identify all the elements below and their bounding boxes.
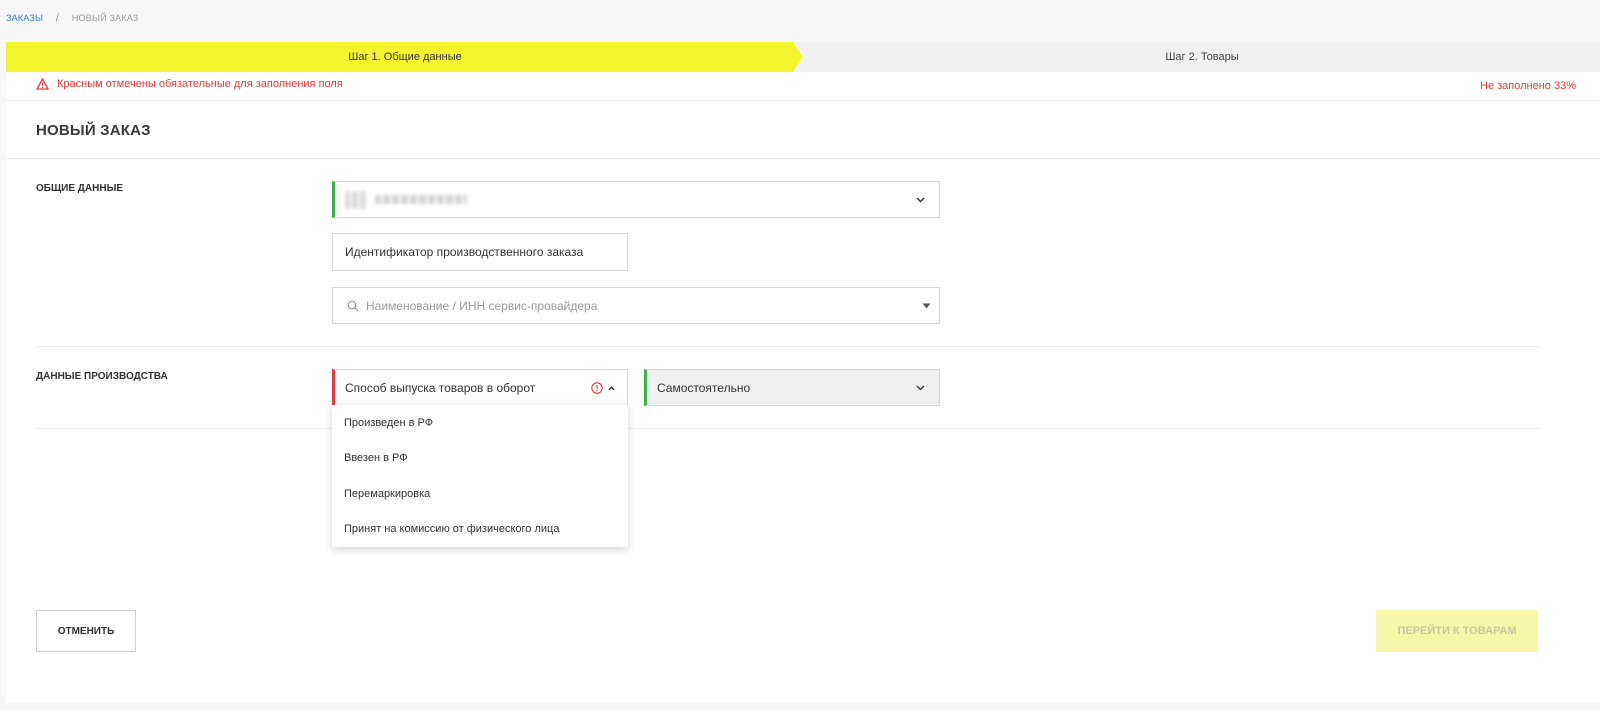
release-option-remarking[interactable]: Перемаркировка <box>332 476 628 512</box>
divider <box>36 346 1540 347</box>
release-option-commission[interactable]: Принят на комиссию от физического лица <box>332 512 628 548</box>
search-icon <box>347 300 359 311</box>
required-fields-notice: Красным отмечены обязательные для заполн… <box>36 78 343 90</box>
breadcrumb-current: НОВЫЙ ЗАКАЗ <box>71 13 139 23</box>
required-fields-notice-text: Красным отмечены обязательные для заполн… <box>57 78 343 90</box>
production-mode-value: Самостоятельно <box>657 380 751 395</box>
order-id-value: Идентификатор производственного заказа <box>345 245 584 259</box>
divider <box>36 428 1540 429</box>
provider-search-select[interactable]: Наименование / ИНН сервис-провайдера <box>332 287 940 324</box>
cancel-button[interactable]: ОТМЕНИТЬ <box>36 610 136 652</box>
release-method-select[interactable]: Способ выпуска товаров в оборот <box>332 369 628 406</box>
participant-avatar-redacted <box>345 190 367 209</box>
info-error-icon <box>591 382 603 394</box>
participant-select[interactable] <box>332 181 940 218</box>
release-method-placeholder: Способ выпуска товаров в оборот <box>345 380 536 395</box>
order-form-card: Шаг 1. Общие данные Шаг 2. Товары Красны… <box>6 42 1600 703</box>
go-to-goods-button[interactable]: ПЕРЕЙТИ К ТОВАРАМ <box>1376 610 1538 652</box>
release-option-produced-rf[interactable]: Произведен в РФ <box>332 405 628 441</box>
divider <box>6 158 1600 159</box>
step-goods-label: Шаг 2. Товары <box>1165 51 1239 63</box>
stepper: Шаг 1. Общие данные Шаг 2. Товары <box>6 42 1600 72</box>
chevron-down-icon <box>916 197 925 202</box>
release-method-dropdown: Произведен в РФ Ввезен в РФ Перемаркиров… <box>332 405 628 547</box>
production-mode-select[interactable]: Самостоятельно <box>644 369 940 406</box>
step-general[interactable]: Шаг 1. Общие данные <box>6 42 804 72</box>
breadcrumb: ЗАКАЗЫ / НОВЫЙ ЗАКАЗ <box>6 12 139 24</box>
page-title: НОВЫЙ ЗАКАЗ <box>36 122 151 139</box>
caret-down-icon <box>922 303 931 308</box>
breadcrumb-separator: / <box>55 12 60 24</box>
chevron-up-icon <box>608 386 615 391</box>
participant-name-redacted <box>375 195 467 204</box>
provider-search-placeholder: Наименование / ИНН сервис-провайдера <box>366 298 598 313</box>
divider <box>6 100 1600 101</box>
chevron-down-icon <box>916 385 925 390</box>
section-general-label: ОБЩИЕ ДАННЫЕ <box>36 183 124 194</box>
warning-icon <box>36 78 49 90</box>
section-production-label: ДАННЫЕ ПРОИЗВОДСТВА <box>36 371 168 382</box>
order-id-field[interactable]: Идентификатор производственного заказа <box>332 233 628 271</box>
step-general-label: Шаг 1. Общие данные <box>348 51 462 63</box>
release-option-imported-rf[interactable]: Ввезен в РФ <box>332 441 628 477</box>
step-goods[interactable]: Шаг 2. Товары <box>804 42 1600 72</box>
fill-status: Не заполнено 33% <box>1480 80 1576 92</box>
breadcrumb-orders-link[interactable]: ЗАКАЗЫ <box>6 13 43 23</box>
